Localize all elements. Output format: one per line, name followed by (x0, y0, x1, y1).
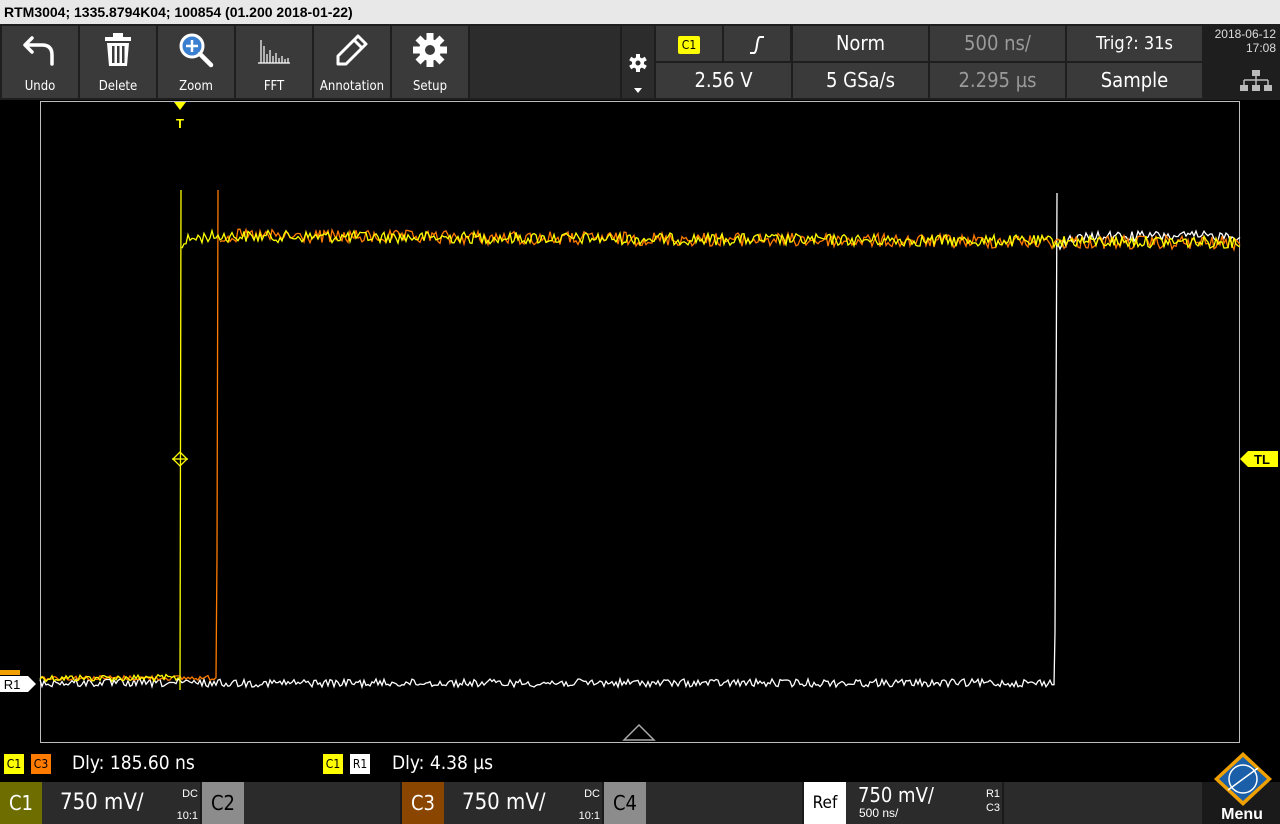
rising-edge-icon (750, 35, 764, 54)
zoom-label: Zoom (179, 79, 213, 94)
meas1-source-b: C3 (31, 754, 51, 774)
toolbar-empty-slot (470, 26, 620, 98)
trigger-marker-label: T (176, 116, 184, 131)
meas2-value[interactable]: Dly: 4.38 µs (392, 746, 493, 780)
undo-label: Undo (24, 79, 56, 94)
gear-icon (413, 33, 447, 67)
channel-bar: C1 750 mV/ DC 10:1 C2 C3 750 mV/ DC 10:1… (0, 782, 1280, 824)
ref-r1-trace (39, 192, 1241, 690)
network-icon (1240, 70, 1272, 91)
annotation-button[interactable]: Annotation (314, 26, 390, 98)
expand-handle-icon[interactable] (622, 723, 656, 741)
ref-offset-label: R1 (4, 677, 21, 692)
undo-button[interactable]: Undo (2, 26, 78, 98)
trigger-source[interactable]: C1 (656, 26, 722, 61)
c3-coupling: DC (584, 788, 600, 800)
meas1-source-a: C1 (4, 754, 24, 774)
fft-label: FFT (263, 79, 285, 94)
window-title: RTM3004; 1335.8794K04; 100854 (01.200 20… (0, 0, 1280, 24)
menu-button[interactable]: Menu (1204, 748, 1280, 824)
delete-button[interactable]: Delete (80, 26, 156, 98)
c2-label: C2 (202, 782, 244, 824)
trigger-position-marker[interactable] (174, 102, 186, 110)
horizontal-position[interactable]: 2.295 µs (930, 63, 1065, 98)
trigger-level[interactable]: 2.56 V (656, 63, 791, 98)
c3-label: C3 (402, 782, 444, 824)
c3-probe: 10:1 (578, 810, 600, 822)
zoom-in-icon (179, 33, 214, 68)
c4-label: C4 (604, 782, 646, 824)
channel-c1-trace (39, 189, 1241, 691)
pencil-icon (336, 34, 368, 66)
rs-logo-icon (1214, 752, 1272, 806)
toolbar: Undo Delete Zoom FFT Annotation Setup C1… (0, 24, 1280, 100)
zoom-button[interactable]: Zoom (158, 26, 234, 98)
measurement-bar: C1 C3 Dly: 185.60 ns C1 R1 Dly: 4.38 µs (0, 746, 1280, 780)
c2-scale-empty (244, 782, 400, 824)
trash-icon (105, 33, 131, 66)
acquisition-mode[interactable]: Sample (1067, 63, 1202, 98)
chevron-down-icon (634, 88, 642, 93)
datetime-display: 2018-06-12 17:08 (1204, 26, 1280, 98)
trigger-mode[interactable]: Norm (793, 26, 928, 61)
c1-label: C1 (0, 782, 42, 824)
ref-slot: R1 (985, 788, 1000, 800)
ref-timebase: 500 ns/ (859, 806, 899, 820)
undo-icon (23, 36, 54, 66)
annotation-label: Annotation (319, 79, 385, 94)
c4-scale-empty (646, 782, 802, 824)
sample-rate: 5 GSa/s (793, 63, 928, 98)
waveform-display: T TL R1 (0, 102, 1278, 741)
menu-label: Menu (1221, 806, 1263, 823)
delete-label: Delete (98, 79, 138, 94)
fft-spectrum-icon (258, 40, 290, 64)
time-text: 17:08 (1245, 41, 1276, 55)
trigger-status: Trig?: 31s (1067, 26, 1202, 61)
timebase-scale[interactable]: 500 ns/ (930, 26, 1065, 61)
trigger-slope[interactable] (724, 26, 790, 61)
ref-source: C3 (985, 802, 1000, 814)
small-gear-icon (629, 54, 647, 72)
c1-coupling: DC (182, 788, 198, 800)
meas2-source-b: R1 (350, 754, 370, 774)
fft-button[interactable]: FFT (236, 26, 312, 98)
channel-bar-empty (1004, 782, 1202, 824)
setup-button[interactable]: Setup (392, 26, 468, 98)
meas1-value[interactable]: Dly: 185.60 ns (72, 746, 195, 780)
ref-label: Ref (804, 782, 846, 824)
channel-c3-trace (39, 189, 1241, 682)
trigger-level-label: TL (1254, 452, 1270, 467)
setup-label: Setup (412, 79, 448, 94)
trigger-source-badge: C1 (678, 35, 700, 54)
quick-settings-toggle[interactable] (622, 26, 654, 98)
date-text: 2018-06-12 (1214, 27, 1276, 41)
meas2-source-a: C1 (323, 754, 343, 774)
c1-probe: 10:1 (176, 810, 198, 822)
